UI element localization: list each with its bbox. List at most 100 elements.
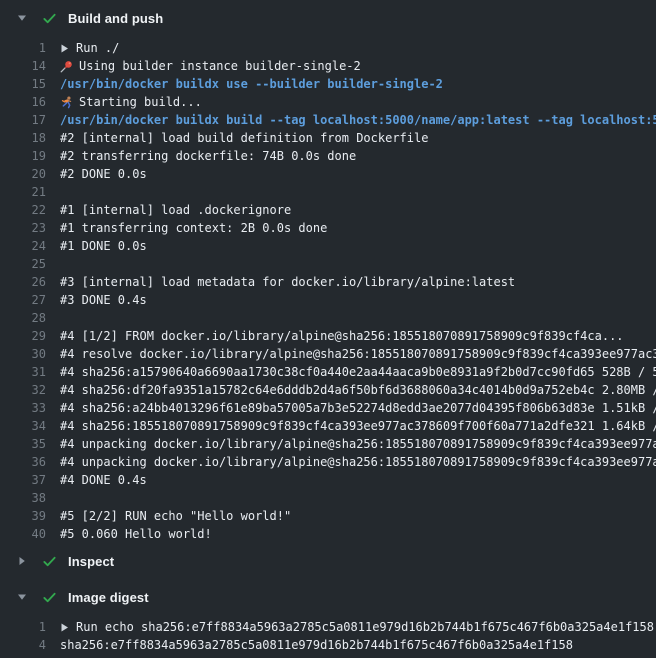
line-number[interactable]: 34	[0, 417, 46, 435]
log-line: 32 #4 sha256:df20fa9351a15782c64e6dddb2d4…	[0, 381, 656, 399]
line-number[interactable]: 15	[0, 75, 46, 93]
line-number[interactable]: 23	[0, 219, 46, 237]
line-number[interactable]: 25	[0, 255, 46, 273]
line-number[interactable]: 35	[0, 435, 46, 453]
log-section-inspect: Inspect	[0, 543, 656, 579]
log-text: #4 sha256:185518070891758909c9f839cf4ca3…	[60, 417, 656, 435]
log-text: #5 [2/2] RUN echo "Hello world!"	[60, 507, 291, 525]
log-text: #4 unpacking docker.io/library/alpine@sh…	[60, 453, 656, 471]
section-title: Image digest	[68, 590, 149, 605]
log-line: 17/usr/bin/docker buildx build --tag loc…	[0, 111, 656, 129]
section-header-inspect[interactable]: Inspect	[0, 543, 656, 579]
log-line: 39 #5 [2/2] RUN echo "Hello world!"	[0, 507, 656, 525]
log-text: #3 [internal] load metadata for docker.i…	[60, 273, 515, 291]
line-number[interactable]: 16	[0, 93, 46, 111]
section-title: Inspect	[68, 554, 114, 569]
line-number[interactable]: 37	[0, 471, 46, 489]
line-number[interactable]: 18	[0, 129, 46, 147]
line-number[interactable]: 1	[0, 618, 46, 636]
success-check-icon	[42, 554, 57, 569]
line-number[interactable]: 29	[0, 327, 46, 345]
log-text: #1 DONE 0.0s	[60, 237, 147, 255]
log-line: 19 #2 transferring dockerfile: 74B 0.0s d…	[0, 147, 656, 165]
chevron-right-icon[interactable]	[17, 556, 27, 566]
line-number[interactable]: 4	[0, 636, 46, 654]
chevron-down-icon[interactable]	[17, 13, 27, 23]
log-line: 29 #4 [1/2] FROM docker.io/library/alpine…	[0, 327, 656, 345]
log-text: #1 transferring context: 2B 0.0s done	[60, 219, 327, 237]
log-text: #5 0.060 Hello world!	[60, 525, 212, 543]
log-line: 27 #3 DONE 0.4s	[0, 291, 656, 309]
log-line: 25	[0, 255, 656, 273]
group-toggle-icon[interactable]	[60, 622, 69, 633]
log-text: Using builder instance builder-single-2	[60, 57, 361, 75]
log-text: #2 [internal] load build definition from…	[60, 129, 428, 147]
log-line: 16 Starting build...	[0, 93, 656, 111]
line-number[interactable]: 27	[0, 291, 46, 309]
pushpin-icon	[60, 60, 73, 73]
line-number[interactable]: 19	[0, 147, 46, 165]
log-line: 36 #4 unpacking docker.io/library/alpine@…	[0, 453, 656, 471]
line-number[interactable]: 33	[0, 399, 46, 417]
log-line: 30 #4 resolve docker.io/library/alpine@sh…	[0, 345, 656, 363]
log-text: #2 transferring dockerfile: 74B 0.0s don…	[60, 147, 356, 165]
section-header-image-digest[interactable]: Image digest	[0, 579, 656, 615]
actions-log-viewer: { "colors": { "background": "#24292e", "…	[0, 0, 656, 658]
line-number[interactable]: 22	[0, 201, 46, 219]
group-toggle-icon[interactable]	[60, 43, 69, 54]
group-command-text[interactable]: Run ./	[60, 39, 119, 57]
log-line: 40 #5 0.060 Hello world!	[0, 525, 656, 543]
log-lines: 1 Run ./ 14 Using builder instance builder-…	[0, 36, 656, 543]
log-text: #4 unpacking docker.io/library/alpine@sh…	[60, 435, 656, 453]
line-number[interactable]: 38	[0, 489, 46, 507]
log-line: 37 #4 DONE 0.4s	[0, 471, 656, 489]
line-number[interactable]: 31	[0, 363, 46, 381]
line-number[interactable]: 1	[0, 39, 46, 57]
log-text: sha256:e7ff8834a5963a2785c5a0811e979d16b…	[60, 636, 573, 654]
log-section-build-and-push: Build and push 1 Run ./ 14 Using builder in…	[0, 0, 656, 543]
line-number[interactable]: 24	[0, 237, 46, 255]
line-number[interactable]: 30	[0, 345, 46, 363]
log-line: 14 Using builder instance builder-single-…	[0, 57, 656, 75]
log-line: 26 #3 [internal] load metadata for docker…	[0, 273, 656, 291]
line-number[interactable]: 40	[0, 525, 46, 543]
line-number[interactable]: 14	[0, 57, 46, 75]
log-text: #4 DONE 0.4s	[60, 471, 147, 489]
log-line: 20#2 DONE 0.0s	[0, 165, 656, 183]
log-section-image-digest: Image digest 1 Run echo sha256:e7ff8834a5…	[0, 579, 656, 654]
log-text: #4 resolve docker.io/library/alpine@sha2…	[60, 345, 656, 363]
line-number[interactable]: 39	[0, 507, 46, 525]
log-line: 33 #4 sha256:a24bb4013296f61e89ba57005a7b…	[0, 399, 656, 417]
line-number[interactable]: 28	[0, 309, 46, 327]
chevron-down-icon[interactable]	[17, 592, 27, 602]
log-line: 1 Run ./	[0, 39, 656, 57]
log-line: 22 #1 [internal] load .dockerignore	[0, 201, 656, 219]
log-text: #4 sha256:a15790640a6690aa1730c38cf0a440…	[60, 363, 656, 381]
log-text: /usr/bin/docker buildx use --builder bui…	[60, 75, 443, 93]
line-number[interactable]: 32	[0, 381, 46, 399]
log-text: #4 [1/2] FROM docker.io/library/alpine@s…	[60, 327, 624, 345]
log-line: 18 #2 [internal] load build definition fr…	[0, 129, 656, 147]
log-lines: 1 Run echo sha256:e7ff8834a5963a2785c5a08…	[0, 615, 656, 654]
log-text: #4 sha256:df20fa9351a15782c64e6dddb2d4a6…	[60, 381, 656, 399]
section-header-build-and-push[interactable]: Build and push	[0, 0, 656, 36]
success-check-icon	[42, 590, 57, 605]
section-title: Build and push	[68, 11, 163, 26]
runner-icon	[60, 96, 73, 109]
log-text: #4 sha256:a24bb4013296f61e89ba57005a7b3e…	[60, 399, 656, 417]
log-line: 1 Run echo sha256:e7ff8834a5963a2785c5a08…	[0, 618, 656, 636]
log-text: #1 [internal] load .dockerignore	[60, 201, 291, 219]
line-number[interactable]: 36	[0, 453, 46, 471]
log-line: 15/usr/bin/docker buildx use --builder b…	[0, 75, 656, 93]
group-command-text[interactable]: Run echo sha256:e7ff8834a5963a2785c5a081…	[60, 618, 654, 636]
log-line: 4 sha256:e7ff8834a5963a2785c5a0811e979d16…	[0, 636, 656, 654]
line-number[interactable]: 26	[0, 273, 46, 291]
log-line: 24 #1 DONE 0.0s	[0, 237, 656, 255]
log-text: Starting build...	[60, 93, 202, 111]
log-text: #3 DONE 0.4s	[60, 291, 147, 309]
line-number[interactable]: 17	[0, 111, 46, 129]
log-line: 21	[0, 183, 656, 201]
line-number[interactable]: 21	[0, 183, 46, 201]
log-line: 35 #4 unpacking docker.io/library/alpine@…	[0, 435, 656, 453]
line-number[interactable]: 20	[0, 165, 46, 183]
